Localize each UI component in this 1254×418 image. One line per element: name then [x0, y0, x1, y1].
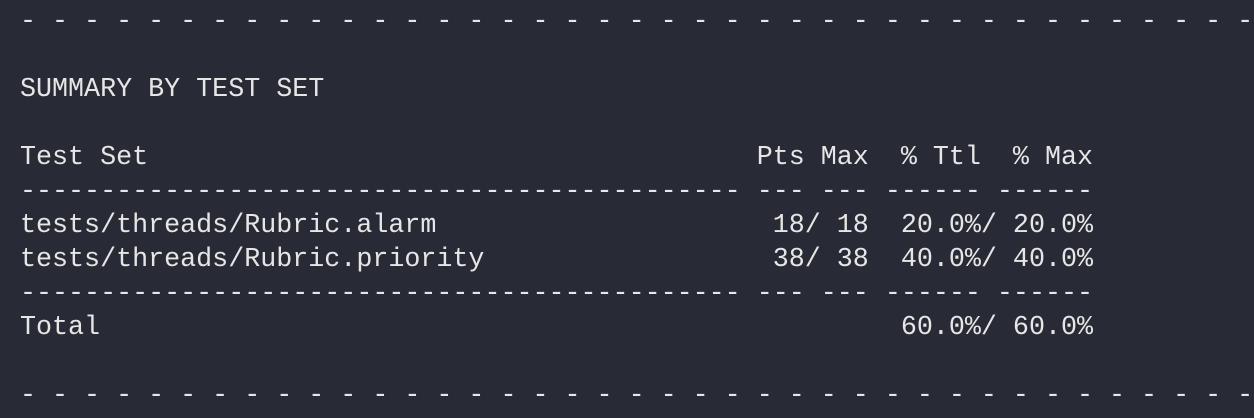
table-row: tests/threads/Rubric.alarm 18/ 18 20.0%/…	[20, 211, 1094, 241]
table-rule-bottom: ----------------------------------------…	[20, 279, 1094, 309]
table-header: Test Set Pts Max % Ttl % Max	[20, 143, 1094, 173]
total-row: Total 60.0%/ 60.0%	[20, 313, 1094, 343]
terminal-output: - - - - - - - - - - - - - - - - - - - - …	[0, 0, 1254, 418]
summary-heading: SUMMARY BY TEST SET	[20, 75, 325, 105]
separator-top: - - - - - - - - - - - - - - - - - - - - …	[20, 7, 1254, 37]
separator-bottom: - - - - - - - - - - - - - - - - - - - - …	[20, 381, 1254, 411]
table-row: tests/threads/Rubric.priority 38/ 38 40.…	[20, 245, 1094, 275]
table-rule-top: ----------------------------------------…	[20, 177, 1094, 207]
